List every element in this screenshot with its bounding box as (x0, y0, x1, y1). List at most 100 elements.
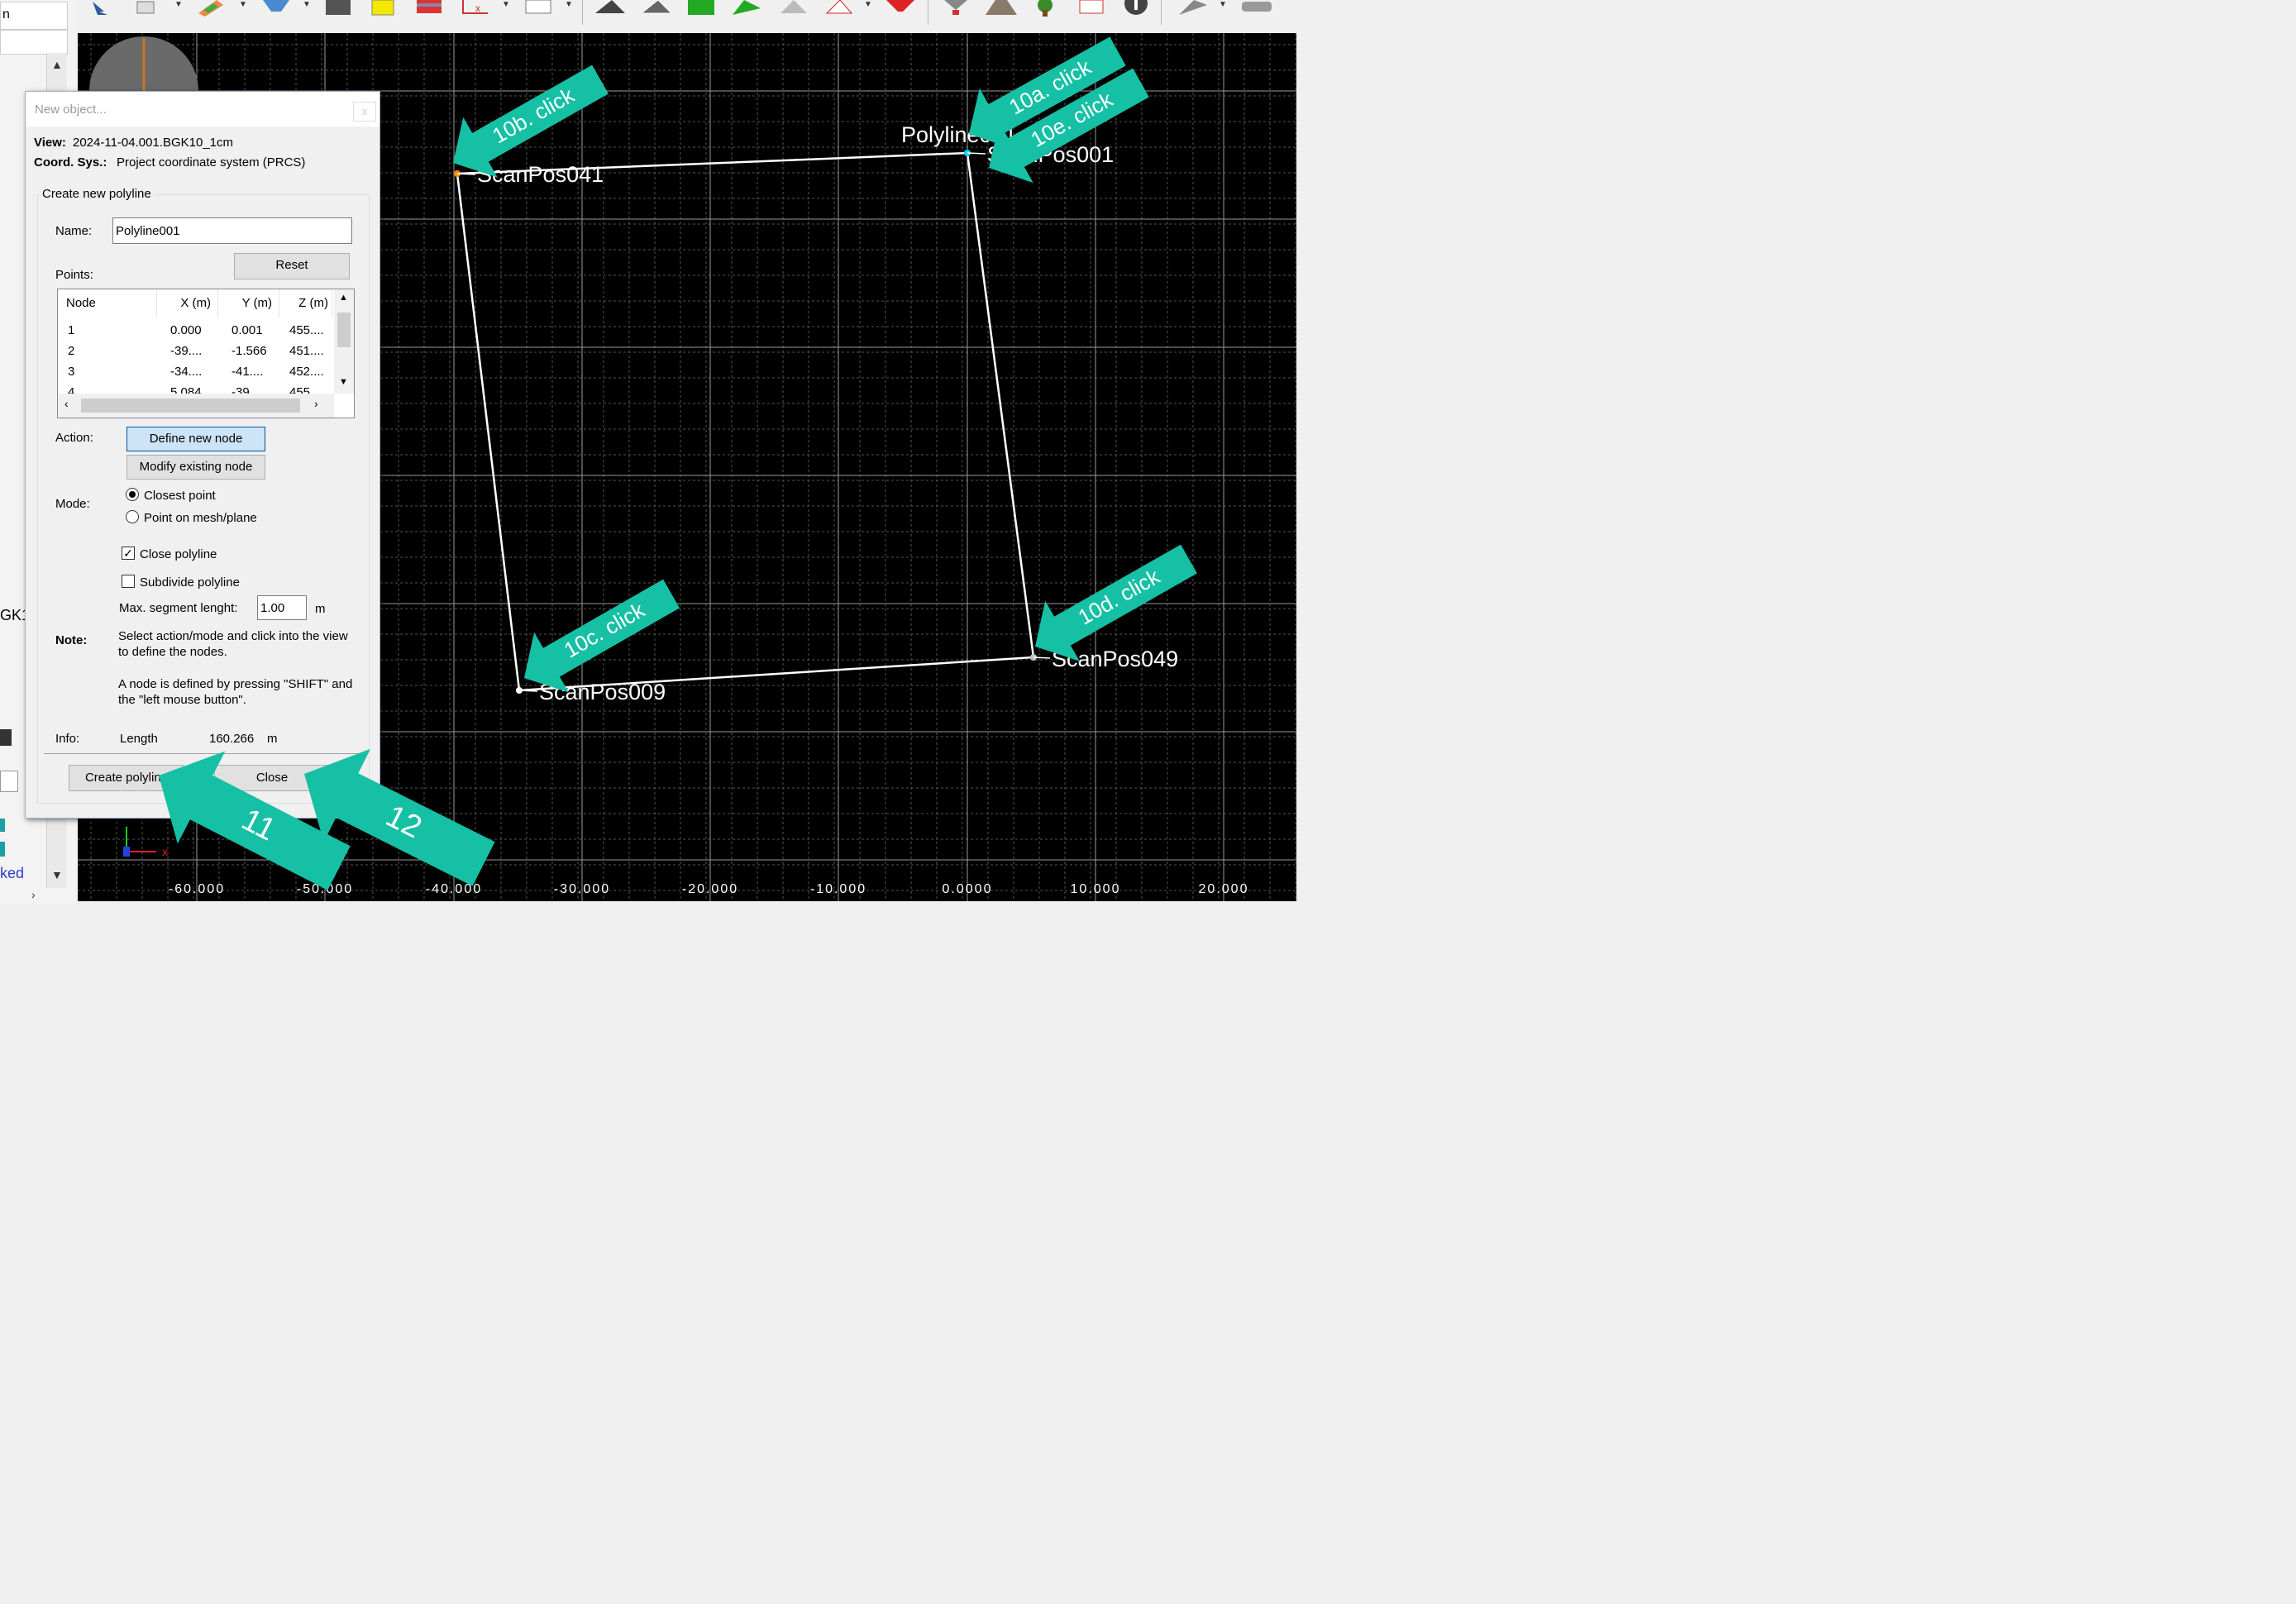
column-header-z[interactable]: Z (m) (279, 289, 332, 317)
pin-icon[interactable] (0, 729, 12, 746)
subdivide-polyline-label: Subdivide polyline (140, 575, 240, 590)
scroll-down-icon[interactable]: ▼ (51, 868, 63, 881)
teal-marker-icon-2 (0, 842, 5, 857)
table-cell: -34.... (170, 365, 203, 379)
modify-existing-node-button[interactable]: Modify existing node (126, 455, 265, 480)
note-line-4: the "left mouse button". (118, 693, 246, 707)
note-label: Note: (55, 633, 88, 647)
axis-triad-z (123, 847, 130, 857)
frame-icon[interactable] (525, 0, 551, 14)
x-axis-tick-label: -50.000 (297, 882, 353, 896)
table-cell: -41.... (232, 365, 264, 379)
define-new-node-button[interactable]: Define new node (126, 427, 265, 451)
dialog-separator (44, 753, 362, 754)
svg-text:▼: ▼ (1219, 0, 1227, 9)
view-label: View: (34, 136, 66, 150)
length-unit: m (267, 732, 278, 746)
svg-text:▼: ▼ (864, 0, 872, 9)
red-funnel-icon[interactable] (886, 0, 914, 12)
scan-position-leader (967, 152, 986, 155)
x-axis-tick-label: -20.000 (682, 882, 738, 896)
scroll-down-icon[interactable]: ▼ (339, 377, 348, 387)
filter-icon[interactable] (263, 0, 289, 12)
table-cell: 0.000 (170, 323, 202, 337)
teal-marker-icon (0, 819, 5, 832)
scroll-left-icon[interactable]: ‹ (64, 397, 69, 410)
subdivide-polyline-checkbox[interactable] (122, 575, 135, 588)
scroll-up-icon[interactable]: ▲ (51, 58, 63, 71)
triangulate-icon[interactable] (595, 0, 625, 13)
polyline-shape (456, 151, 1035, 692)
scroll-right-icon[interactable]: › (31, 888, 36, 901)
tripod-icon[interactable] (944, 0, 967, 15)
closest-point-radio[interactable] (126, 488, 139, 501)
svg-text:▼: ▼ (565, 0, 573, 9)
axis-icon[interactable]: x (462, 0, 488, 14)
green-arrow-icon[interactable] (733, 0, 761, 15)
cone-icon[interactable] (1179, 0, 1207, 15)
navigate-icon[interactable] (93, 2, 107, 15)
close-polyline-label: Close polyline (140, 547, 217, 561)
left-panel-small-button[interactable] (0, 771, 18, 792)
close-polyline-checkbox[interactable]: ✓ (122, 547, 135, 560)
chart-pencil-icon[interactable] (1079, 0, 1104, 14)
left-panel-field-2[interactable] (0, 30, 68, 55)
scan-position-label: ScanPos009 (539, 680, 666, 704)
column-header-y[interactable]: Y (m) (218, 289, 279, 317)
table-cell: -1.566 (232, 344, 267, 358)
red-star-icon[interactable] (825, 0, 853, 14)
point-on-mesh-radio[interactable] (126, 510, 139, 523)
box-icon[interactable] (326, 0, 351, 15)
coord-sys-label: Coord. Sys.: (34, 155, 107, 169)
horizontal-scroll-thumb[interactable] (81, 399, 300, 413)
cube-icon[interactable] (136, 1, 155, 14)
mesh-icon[interactable] (640, 0, 673, 14)
scroll-right-icon[interactable]: › (314, 397, 318, 410)
road-icon[interactable] (986, 0, 1017, 15)
column-header-x[interactable]: X (m) (157, 289, 218, 317)
create-polyline-button[interactable]: Create polyline (69, 765, 184, 791)
close-button[interactable]: Close (214, 765, 330, 791)
color-pencil-icon[interactable] (198, 0, 223, 17)
yellow-box-icon[interactable] (371, 0, 394, 16)
vertical-scroll-thumb[interactable] (337, 313, 351, 347)
dialog-title: New object... (35, 103, 107, 117)
length-label: Length (120, 732, 158, 746)
x-axis-tick-label: 0.0000 (943, 882, 993, 896)
note-line-3: A node is defined by pressing "SHIFT" an… (118, 677, 353, 691)
scan-position-leader (518, 690, 538, 692)
table-cell: 451.... (289, 344, 324, 358)
table-cell: 455.... (289, 323, 324, 337)
table-cell: 2 (68, 344, 75, 358)
table-cell: -39.... (170, 344, 203, 358)
reset-button[interactable]: Reset (234, 253, 350, 279)
tree-icon[interactable] (1038, 0, 1053, 17)
point-on-mesh-label: Point on mesh/plane (144, 511, 257, 525)
scan-icon[interactable] (417, 0, 442, 13)
left-panel-field[interactable]: n (0, 2, 68, 30)
horizontal-scrollbar[interactable]: ‹ › (58, 394, 334, 418)
column-header-node[interactable]: Node (58, 289, 157, 317)
scanner-icon[interactable] (1242, 2, 1272, 12)
polyline-name-label: Polyline001 (901, 122, 1017, 147)
scroll-up-icon[interactable]: ▲ (339, 293, 348, 303)
closest-point-label: Closest point (144, 489, 216, 503)
scan-position-leader (1033, 656, 1051, 659)
main-toolbar: x ▼ ▼ ▼ ▼ ▼ ▼ ▼ (0, 0, 1296, 34)
dialog-title-bar[interactable]: New object... x (26, 92, 379, 127)
green-mesh-icon[interactable] (688, 0, 714, 15)
action-label: Action: (55, 431, 93, 445)
name-input[interactable] (112, 217, 352, 244)
x-axis-tick-label: -10.000 (810, 882, 866, 896)
axis-triad-x-label: x (162, 845, 168, 858)
table-cell: 452.... (289, 365, 324, 379)
table-cell: 0.001 (232, 323, 263, 337)
dialog-close-icon[interactable]: x (353, 102, 376, 122)
vertical-scrollbar[interactable]: ▲ ▼ (334, 289, 354, 394)
scan-position-label: ScanPos041 (477, 162, 604, 187)
x-axis-tick-label: 10.000 (1071, 882, 1121, 896)
info-icon[interactable] (1124, 0, 1148, 15)
max-segment-input[interactable] (257, 595, 307, 620)
max-segment-unit: m (315, 602, 326, 616)
star-pencil-icon[interactable] (780, 0, 807, 13)
